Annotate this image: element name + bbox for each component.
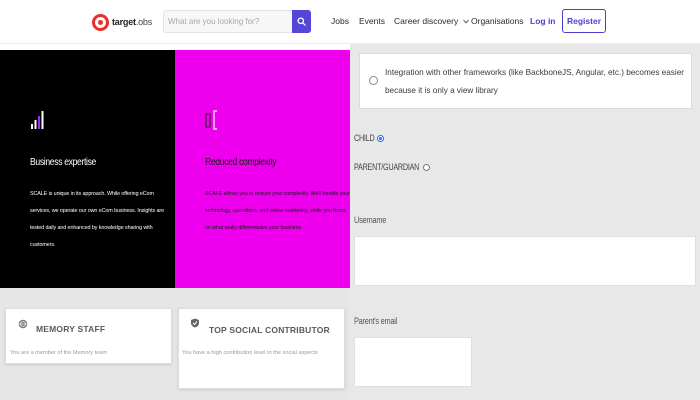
bar-chart-icon: [31, 111, 44, 129]
top-navbar: target.obs Jobs Events Career discovery …: [0, 0, 700, 44]
role-parent-radio[interactable]: [423, 163, 431, 171]
chevron-down-icon: [462, 19, 469, 24]
role-child-label: CHILD: [354, 133, 375, 143]
badge-title: TOP SOCIAL CONTRIBUTOR: [209, 325, 330, 335]
parent-email-label: Parent's email: [354, 316, 398, 326]
badge-card-top-social-contributor[interactable]: TOP SOCIAL CONTRIBUTOR You have a high c…: [178, 308, 345, 389]
bracket-icon: [205, 110, 217, 130]
search-icon: [297, 17, 306, 26]
parent-email-input[interactable]: [354, 337, 472, 387]
search-button[interactable]: [292, 10, 311, 33]
search-bar: [163, 10, 311, 33]
feature-description: SCALE is unique in its approach. While o…: [30, 191, 165, 248]
globe-badge-icon: [18, 319, 28, 329]
logo-text: target.obs: [112, 17, 153, 27]
badge-description: You have a high contribution level to th…: [182, 350, 318, 356]
role-child-option[interactable]: CHILD: [354, 133, 384, 143]
role-parent-label: PARENT/GUARDIAN: [354, 162, 420, 172]
option-text: Integration with other frameworks (like …: [385, 68, 684, 95]
logo-mark-icon: [92, 13, 109, 31]
username-input[interactable]: [354, 236, 696, 286]
login-link[interactable]: Log in: [530, 16, 556, 26]
nav-jobs-link[interactable]: Jobs: [331, 16, 349, 26]
feature-title: Reduced complexity: [205, 157, 277, 168]
shield-badge-icon: [191, 318, 199, 328]
feature-description: SCALE allows you to ensure your complexi…: [205, 191, 350, 231]
option-radio[interactable]: [369, 76, 378, 85]
career-discovery-label: Career discovery: [394, 16, 459, 26]
badge-card-memory-staff[interactable]: MEMORY STAFF You are a member of the Mem…: [5, 308, 172, 364]
feature-title: Business expertise: [30, 157, 96, 168]
option-card[interactable]: Integration with other frameworks (like …: [359, 53, 692, 109]
badge-description: You are a member of the Memory team: [10, 350, 108, 356]
nav-career-discovery-link[interactable]: Career discovery: [394, 16, 469, 26]
role-parent-option[interactable]: PARENT/GUARDIAN: [354, 162, 431, 172]
username-label: Username: [354, 215, 387, 225]
feature-reduced-complexity: Reduced complexity SCALE allows you to e…: [175, 50, 350, 288]
nav-events-link[interactable]: Events: [359, 16, 385, 26]
register-button[interactable]: Register: [562, 9, 606, 33]
role-child-radio[interactable]: [376, 134, 384, 142]
targetjobs-logo[interactable]: target.obs: [92, 11, 156, 33]
search-input[interactable]: [164, 11, 293, 32]
feature-business-expertise: Business expertise SCALE is unique in it…: [0, 50, 175, 288]
badge-title: MEMORY STAFF: [36, 324, 106, 334]
nav-organisations-link[interactable]: Organisations: [471, 16, 523, 26]
